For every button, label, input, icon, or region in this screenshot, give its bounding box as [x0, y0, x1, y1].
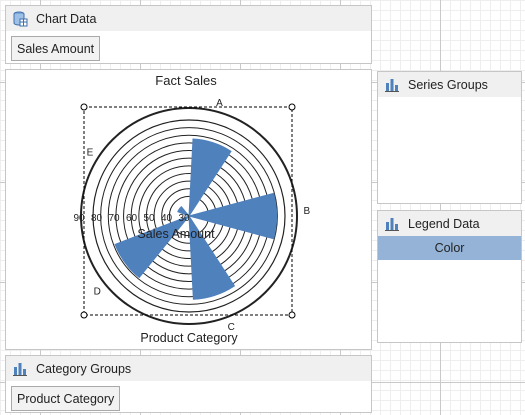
chart-data-title: Chart Data [36, 11, 97, 26]
legend-data-header: Legend Data [378, 211, 521, 236]
bar-chart-icon [13, 362, 27, 376]
chart-data-header: Chart Data [6, 6, 371, 31]
radial-tick-label: 40 [161, 213, 173, 224]
category-groups-title: Category Groups [36, 361, 132, 376]
bar-chart-icon [385, 217, 399, 231]
series-groups-title: Series Groups [408, 77, 488, 92]
chart-title: Fact Sales [155, 73, 217, 88]
legend-data-title: Legend Data [408, 216, 480, 231]
chart-panel[interactable]: Fact Sales 90 80 70 60 50 40 30 ABCDE Sales Am… [5, 69, 372, 350]
radial-tick-label: 80 [91, 213, 103, 224]
radial-tick-label: 30 [178, 213, 190, 224]
sales-amount-field[interactable]: Sales Amount [11, 36, 101, 61]
category-label-E: E [87, 148, 94, 159]
series-groups-panel: Series Groups [377, 71, 522, 204]
radial-tick-label: 50 [143, 213, 155, 224]
category-groups-panel: Category Groups Product Category [5, 355, 372, 413]
value-axis-label: Sales Amount [137, 227, 215, 241]
category-axis-label: Product Category [140, 331, 238, 345]
radial-tick-label: 90 [73, 213, 85, 224]
category-label-D: D [94, 286, 101, 297]
color-legend-row[interactable]: Color [378, 236, 521, 260]
sector-D [114, 214, 191, 279]
database-icon [13, 11, 28, 26]
polar-chart: Fact Sales 90 80 70 60 50 40 30 ABCDE Sales Am… [73, 73, 310, 345]
bar-chart-icon [385, 78, 399, 92]
category-groups-header: Category Groups [6, 356, 371, 381]
resize-handle[interactable] [288, 311, 296, 319]
category-label-B: B [303, 206, 310, 217]
resize-handle[interactable] [288, 103, 296, 111]
radial-tick-label: 60 [126, 213, 138, 224]
legend-data-panel: Legend Data Color [377, 210, 522, 343]
chart-data-panel: Chart Data Sales Amount [5, 5, 372, 64]
series-groups-header: Series Groups [378, 72, 521, 97]
resize-handle[interactable] [80, 103, 88, 111]
radial-tick-label: 70 [108, 213, 120, 224]
resize-handle[interactable] [80, 311, 88, 319]
sector-A [188, 138, 232, 218]
product-category-field[interactable]: Product Category [11, 386, 121, 411]
